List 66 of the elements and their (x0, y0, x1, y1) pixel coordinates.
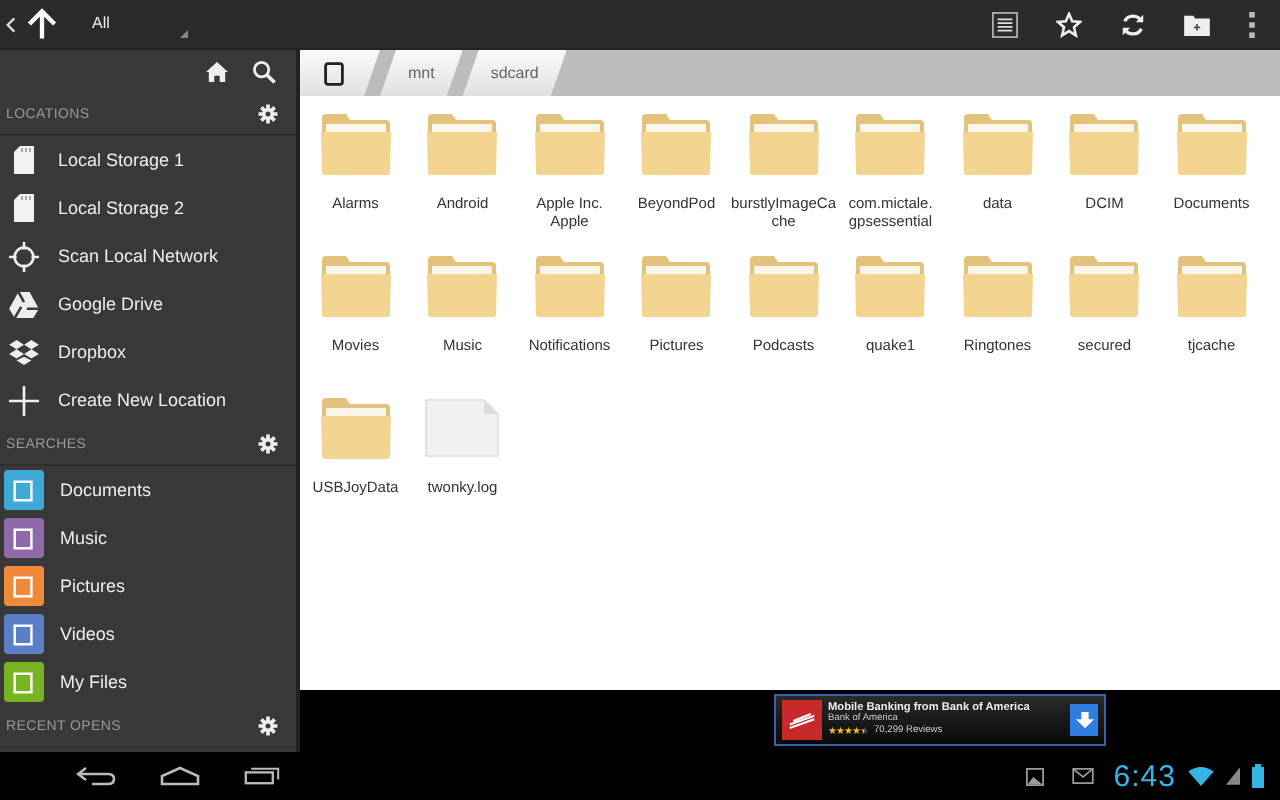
sd-card-icon (8, 194, 40, 222)
image-icon (1025, 767, 1044, 785)
recent-apps-icon[interactable] (244, 766, 280, 786)
filter-dropdown[interactable]: All (68, 4, 188, 44)
folder-icon[interactable] (747, 254, 820, 318)
sidebar-item[interactable]: Pictures (0, 562, 296, 610)
folder-icon[interactable] (1068, 112, 1141, 176)
star-icon[interactable] (1056, 11, 1082, 37)
folder-icon[interactable] (1175, 112, 1248, 176)
folder-icon[interactable] (854, 112, 927, 176)
clock: 6:43 (1113, 759, 1176, 793)
back-icon[interactable] (76, 766, 116, 786)
overflow-menu-icon[interactable] (1248, 11, 1256, 37)
settings-icon[interactable] (258, 434, 278, 454)
folder-icon[interactable] (747, 112, 820, 176)
drive-icon (8, 291, 40, 317)
breadcrumb-item[interactable]: mnt (380, 50, 463, 96)
download-button[interactable] (1070, 704, 1098, 736)
folder-icon[interactable] (961, 254, 1034, 318)
folder-icon[interactable] (426, 254, 499, 318)
breadcrumb-item[interactable]: sdcard (462, 50, 567, 96)
sidebar-item[interactable]: Scan Local Network (0, 232, 296, 280)
document-icon[interactable] (424, 396, 501, 460)
crosshair-icon (8, 241, 40, 271)
folder-icon[interactable] (533, 254, 606, 318)
sidebar-item[interactable]: Create New Location (0, 376, 296, 424)
sidebar-item[interactable]: Google Drive (0, 280, 296, 328)
folder-icon[interactable] (426, 112, 499, 176)
sidebar-item[interactable]: Music (0, 514, 296, 562)
bank-logo-icon (782, 700, 822, 740)
home-icon[interactable] (206, 62, 228, 82)
back-chevron-icon[interactable] (6, 15, 16, 33)
folder-icon[interactable] (1068, 254, 1141, 318)
folder-icon[interactable] (961, 112, 1034, 176)
refresh-icon[interactable] (1120, 11, 1146, 37)
tablet-icon (324, 61, 344, 85)
sidebar-item[interactable]: Documents (0, 466, 296, 514)
folder-icon[interactable] (319, 112, 392, 176)
sidebar-item[interactable]: Videos (0, 610, 296, 658)
breadcrumb-device[interactable] (300, 50, 380, 96)
mail-icon (1071, 768, 1094, 784)
folder-icon[interactable] (319, 254, 392, 318)
up-arrow-icon[interactable] (24, 6, 60, 42)
sidebar-item[interactable]: My Files (0, 658, 296, 706)
new-folder-icon[interactable] (1184, 13, 1210, 35)
settings-icon[interactable] (258, 716, 278, 736)
dropbox-icon (8, 339, 40, 365)
search-icon[interactable] (252, 60, 276, 84)
plus-icon (8, 385, 40, 415)
sidebar-item[interactable]: Dropbox (0, 328, 296, 376)
home-icon[interactable] (160, 766, 200, 786)
folder-icon[interactable] (640, 254, 713, 318)
signal-icon (1226, 766, 1240, 786)
settings-icon[interactable] (258, 104, 278, 124)
sidebar-item[interactable]: Local Storage 1 (0, 136, 296, 184)
sidebar-item[interactable]: Local Storage 2 (0, 184, 296, 232)
folder-icon[interactable] (854, 254, 927, 318)
folder-icon[interactable] (1175, 254, 1248, 318)
battery-icon (1252, 764, 1264, 788)
list-icon[interactable] (992, 11, 1018, 37)
download-arrow-icon (1075, 711, 1093, 729)
folder-icon[interactable] (533, 112, 606, 176)
sd-card-icon (8, 146, 40, 174)
folder-icon[interactable] (319, 396, 392, 460)
wifi-icon (1188, 766, 1214, 786)
folder-icon[interactable] (640, 112, 713, 176)
